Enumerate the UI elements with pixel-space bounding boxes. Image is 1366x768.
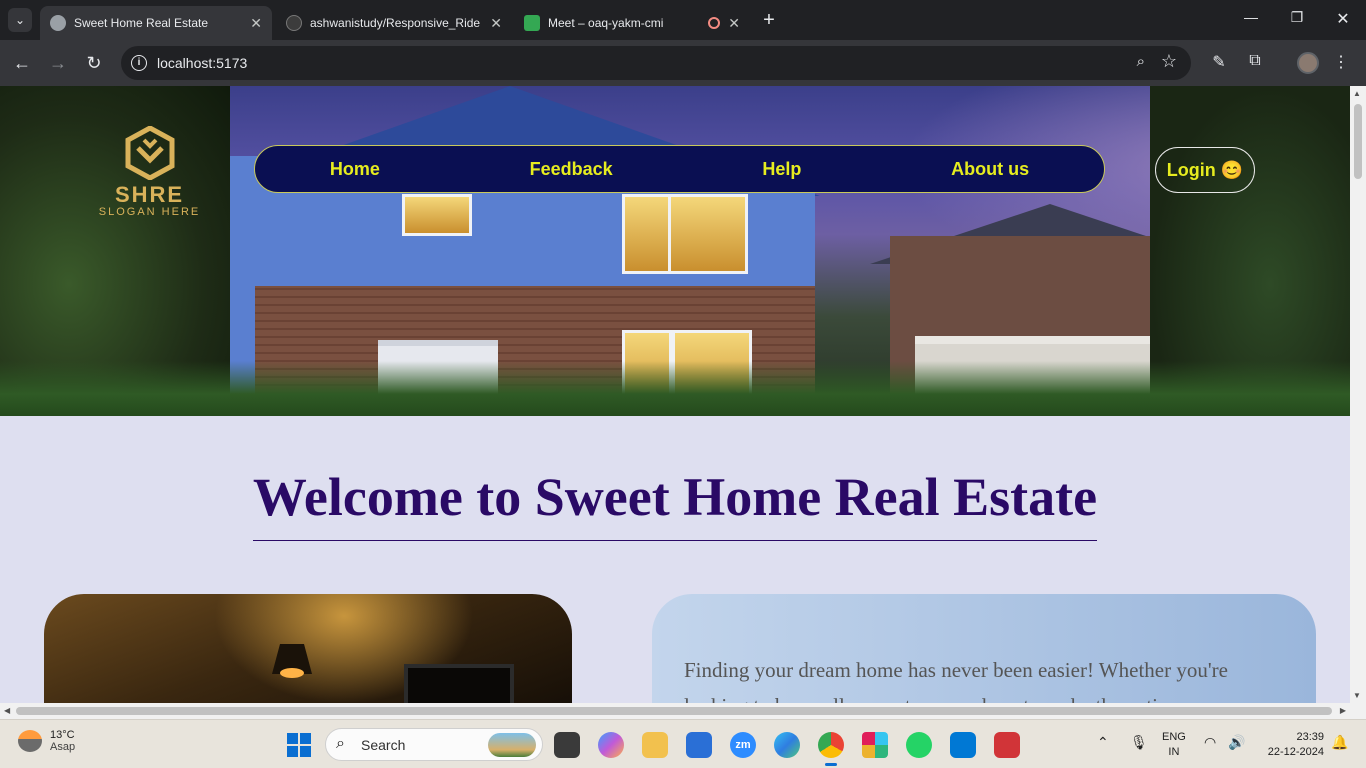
scroll-down-icon[interactable]: ▼ (1353, 691, 1361, 700)
file-explorer-icon[interactable] (642, 732, 668, 758)
page-title: Welcome to Sweet Home Real Estate (252, 466, 1098, 541)
url-text[interactable]: localhost:5173 (157, 55, 247, 71)
weather-icon (18, 730, 42, 752)
horizontal-scrollbar[interactable]: ◀ ▶ (0, 703, 1366, 719)
volume-icon[interactable]: 🔊 (1228, 734, 1245, 751)
scroll-left-icon[interactable]: ◀ (4, 706, 10, 715)
edge-icon[interactable] (774, 732, 800, 758)
menu-dots-icon[interactable]: ⋮ (1330, 52, 1352, 72)
tab-title: Sweet Home Real Estate (74, 16, 209, 30)
zoom-app-icon[interactable]: zm (730, 732, 756, 758)
chrome-icon[interactable] (818, 732, 844, 766)
zoom-icon[interactable]: ⌕ (1137, 53, 1145, 70)
page-viewport: SHRE SLOGAN HERE Home Feedback Help Abou… (0, 86, 1350, 703)
clock-date: 22-12-2024 (1267, 746, 1324, 758)
welcome-section: Welcome to Sweet Home Real Estate (0, 466, 1350, 541)
meet-icon (524, 15, 540, 31)
close-tab-icon[interactable]: ✕ (250, 15, 262, 32)
back-arrow-icon[interactable]: ← (10, 51, 34, 75)
globe-icon (50, 15, 66, 31)
pen-icon[interactable]: ✎ (1208, 52, 1230, 72)
logo-mark-icon (125, 126, 174, 180)
tab-search-chevron-icon[interactable]: ⌄ (8, 8, 32, 32)
whatsapp-icon[interactable] (906, 732, 932, 758)
tab-title: ashwanistudy/Responsive_Ride (310, 16, 480, 30)
system-clock[interactable]: 23:39 22-12-2024 (1258, 730, 1324, 760)
task-view-icon[interactable] (554, 732, 580, 758)
show-hidden-icons-chevron-icon[interactable]: ⌃ (1097, 734, 1109, 751)
forward-arrow-icon[interactable]: → (46, 51, 70, 75)
horizontal-scroll-thumb[interactable] (16, 707, 1332, 715)
site-logo[interactable]: SHRE SLOGAN HERE (92, 126, 207, 221)
vscode-icon[interactable] (950, 732, 976, 758)
weather-temperature: 13°C (50, 729, 75, 741)
close-tab-icon[interactable]: ✕ (728, 15, 740, 32)
bookmark-star-icon[interactable]: ☆ (1161, 51, 1177, 72)
intro-card: Finding your dream home has never been e… (652, 594, 1316, 703)
tab-github[interactable]: ashwanistudy/Responsive_Ride ✕ (276, 6, 512, 40)
scroll-right-icon[interactable]: ▶ (1340, 706, 1346, 715)
copilot-icon[interactable] (598, 732, 624, 758)
language-indicator[interactable]: ENG IN (1162, 730, 1186, 760)
main-navbar: Home Feedback Help About us (254, 145, 1105, 193)
scroll-up-icon[interactable]: ▲ (1353, 89, 1361, 98)
extensions-icon[interactable]: ⧉ (1244, 52, 1266, 70)
github-icon (286, 15, 302, 31)
interior-photo (44, 594, 572, 703)
minimize-icon[interactable]: — (1228, 9, 1274, 25)
search-icon: ⌕ (336, 735, 345, 752)
search-highlight-image (488, 733, 536, 757)
site-info-icon[interactable]: i (131, 55, 147, 71)
clock-time: 23:39 (1296, 731, 1324, 743)
start-button[interactable] (287, 733, 311, 757)
hero-banner: SHRE SLOGAN HERE Home Feedback Help Abou… (0, 86, 1350, 416)
logo-slogan: SLOGAN HERE (98, 206, 201, 218)
weather-condition: Asap (50, 741, 76, 753)
search-label: Search (361, 737, 406, 753)
microsoft-store-icon[interactable] (686, 732, 712, 758)
browser-toolbar: ← → ↻ i localhost:5173 ⌕ ☆ ✎ ⧉ ⋮ (0, 40, 1366, 86)
tab-title: Meet – oaq-yakm-cmi (548, 16, 664, 30)
notification-bell-icon[interactable]: 🔔 (1331, 734, 1348, 751)
tab-sweet-home[interactable]: Sweet Home Real Estate ✕ (40, 6, 272, 40)
recording-icon (708, 17, 720, 29)
wifi-icon[interactable]: ◠ (1204, 734, 1216, 751)
new-tab-button[interactable]: + (760, 10, 778, 30)
close-tab-icon[interactable]: ✕ (490, 15, 502, 32)
close-window-icon[interactable]: ✕ (1320, 9, 1366, 29)
taskbar-search[interactable]: ⌕ Search (325, 728, 543, 761)
vertical-scrollbar[interactable]: ▲ ▼ (1350, 86, 1366, 703)
weather-widget[interactable]: 13°C Asap (18, 729, 75, 753)
intro-text: Finding your dream home has never been e… (684, 658, 1242, 703)
nav-home-link[interactable]: Home (330, 159, 380, 180)
slack-icon[interactable] (862, 732, 888, 758)
tab-strip: ⌄ Sweet Home Real Estate ✕ ashwanistudy/… (0, 0, 1366, 40)
microphone-icon[interactable]: 🎙 (1130, 734, 1148, 751)
windows-taskbar: 13°C Asap ⌕ Search zm ⌃ 🎙 ENG IN ◠ 🔊 23:… (0, 719, 1366, 768)
login-button[interactable]: Login 😊 (1155, 147, 1255, 193)
tab-meet[interactable]: Meet – oaq-yakm-cmi ✕ (514, 6, 750, 40)
nav-feedback-link[interactable]: Feedback (530, 159, 613, 180)
logo-brand-text: SHRE (114, 182, 185, 207)
nav-about-link[interactable]: About us (951, 159, 1029, 180)
nav-help-link[interactable]: Help (762, 159, 801, 180)
profile-avatar[interactable] (1297, 52, 1319, 74)
address-bar[interactable]: i localhost:5173 ⌕ ☆ (121, 46, 1191, 80)
snipping-tool-icon[interactable] (994, 732, 1020, 758)
vertical-scroll-thumb[interactable] (1354, 104, 1362, 179)
reload-icon[interactable]: ↻ (82, 51, 106, 75)
restore-icon[interactable]: ❐ (1274, 9, 1320, 26)
